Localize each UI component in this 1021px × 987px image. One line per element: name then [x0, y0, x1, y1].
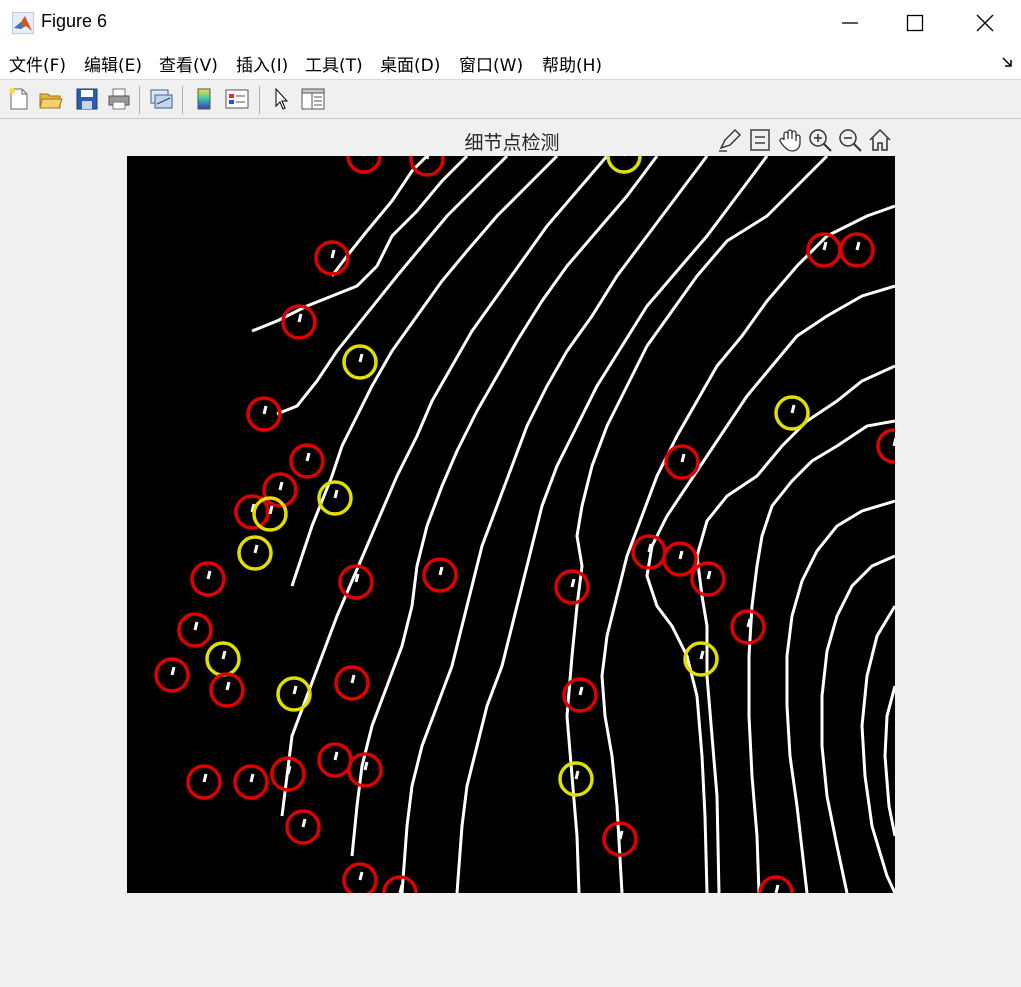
minimize-button[interactable]	[815, 0, 885, 46]
open-file-icon[interactable]	[38, 86, 64, 112]
minutia-stub	[301, 818, 307, 828]
new-figure-icon[interactable]	[6, 86, 32, 112]
minutia-stub	[297, 313, 303, 323]
menu-bar: 文件(F) 编辑(E) 查看(V) 插入(I) 工具(T) 桌面(D) 窗口(W…	[0, 46, 1021, 80]
window-title: Figure 6	[41, 11, 108, 31]
minutia-stub	[202, 773, 208, 783]
ridge-line	[883, 685, 895, 837]
toolbar-separator	[182, 86, 183, 114]
minimize-icon	[842, 22, 858, 24]
maximize-icon	[906, 14, 924, 32]
toolbar-separator	[259, 86, 260, 114]
ridge-line	[455, 156, 769, 893]
close-button[interactable]	[950, 0, 1020, 46]
minutia-stub	[790, 404, 796, 414]
legend-icon[interactable]	[224, 86, 250, 112]
matlab-logo-icon	[12, 12, 34, 34]
minutia-stub	[170, 666, 176, 676]
ridge-line	[276, 156, 509, 416]
minutia-stub	[225, 681, 231, 691]
plot-title: 细节点检测	[464, 132, 560, 154]
minutia-stub	[358, 871, 364, 881]
minutiae-plot	[154, 156, 895, 893]
minutia-stub	[350, 674, 356, 684]
minutia-stub	[892, 437, 895, 447]
minutia-stub	[193, 621, 199, 631]
home-icon[interactable]	[866, 126, 894, 154]
minutia-stub	[333, 751, 339, 761]
minutia-stub	[221, 650, 227, 660]
fingerprint-image[interactable]	[127, 156, 895, 893]
menu-window[interactable]: 窗口(W)	[459, 51, 523, 76]
ridge-line	[290, 156, 559, 587]
menu-view[interactable]: 查看(V)	[159, 51, 218, 76]
save-icon[interactable]	[74, 86, 100, 112]
menu-edit[interactable]: 编辑(E)	[84, 51, 142, 76]
minutia-stub	[206, 570, 212, 580]
menu-help[interactable]: 帮助(H)	[542, 51, 602, 76]
ridge-line	[645, 284, 895, 893]
datatips-icon[interactable]	[746, 126, 774, 154]
minutia-stub	[425, 156, 430, 160]
menu-desktop[interactable]: 桌面(D)	[380, 51, 440, 76]
minutia-stub	[305, 452, 311, 462]
minutia-stub	[268, 505, 274, 515]
zoom-out-icon[interactable]	[836, 126, 864, 154]
minutia-stub	[333, 489, 339, 499]
minutia-stub	[570, 578, 576, 588]
bifurcation-marker	[606, 156, 642, 174]
ridge-line	[820, 554, 895, 893]
ridge-line	[565, 156, 829, 893]
colorbar-icon[interactable]	[191, 86, 217, 112]
link-plot-icon[interactable]	[148, 86, 174, 112]
minutia-stub	[253, 544, 259, 554]
ridge-line	[251, 156, 469, 333]
menu-insert[interactable]: 插入(I)	[236, 51, 288, 76]
minutia-stub	[699, 650, 705, 660]
ending-marker	[876, 428, 895, 464]
minutia-stub	[363, 761, 369, 771]
minutia-stub	[680, 453, 686, 463]
minutia-stub	[358, 353, 364, 363]
toolbar-separator	[139, 86, 140, 114]
minutia-stub	[438, 566, 444, 576]
maximize-button[interactable]	[880, 0, 950, 46]
minutia-stub	[249, 773, 255, 783]
minutia-stub	[578, 686, 584, 696]
menu-tools[interactable]: 工具(T)	[305, 51, 363, 76]
title-bar: Figure 6	[0, 0, 1021, 46]
minutia-stub	[746, 618, 752, 628]
menu-file[interactable]: 文件(F)	[9, 51, 66, 76]
minutia-stub	[330, 249, 336, 259]
print-icon[interactable]	[106, 86, 132, 112]
ridge-line	[860, 605, 895, 893]
ridge-line	[695, 364, 895, 893]
ridge-line	[785, 499, 895, 893]
minutia-stub	[574, 770, 580, 780]
minutia-stub	[822, 241, 828, 251]
ridge-line	[280, 156, 609, 817]
minutia-stub	[292, 685, 298, 695]
pan-hand-icon[interactable]	[776, 126, 804, 154]
property-inspector-icon[interactable]	[300, 86, 326, 112]
minutia-stub	[706, 570, 712, 580]
minutia-stub	[647, 543, 653, 553]
figure-toolbar	[0, 80, 1021, 119]
minutia-stub	[855, 241, 861, 251]
edit-plot-cursor-icon[interactable]	[268, 86, 294, 112]
minutia-stub	[398, 884, 404, 893]
minutia-stub	[278, 481, 284, 491]
minutia-stub	[774, 884, 780, 893]
minutia-stub	[618, 830, 624, 840]
dock-arrow-icon[interactable]	[1001, 56, 1013, 68]
close-icon	[976, 14, 994, 32]
minutia-stub	[262, 405, 268, 415]
ending-marker	[346, 156, 382, 174]
minutia-stub	[678, 550, 684, 560]
zoom-in-icon[interactable]	[806, 126, 834, 154]
minutia-stub	[286, 765, 292, 775]
brush-icon[interactable]	[716, 126, 744, 154]
minutia-stub	[354, 573, 360, 583]
